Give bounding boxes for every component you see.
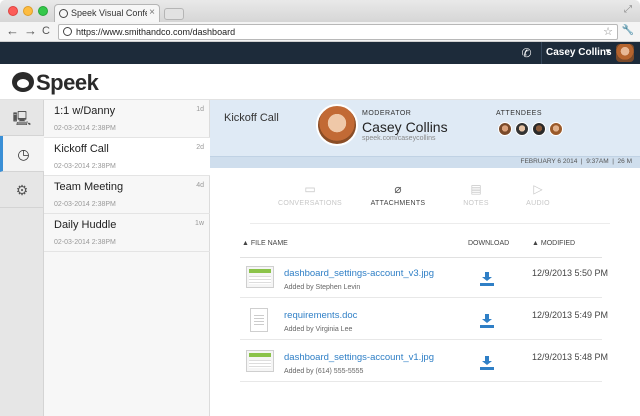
site-icon <box>63 27 72 36</box>
speek-logo-icon <box>12 72 34 92</box>
call-age: 2d <box>196 144 204 151</box>
sidebar-item-calls[interactable]: 🖳 <box>0 100 44 136</box>
play-icon: ▷ <box>533 182 543 196</box>
list-item[interactable]: Kickoff Call 2d 02-03-2014 2:38PM <box>44 138 210 176</box>
content-tabs: ▭ CONVERSATIONS ⌀ ATTACHMENTS ▤ NOTES ▷ … <box>270 182 580 212</box>
favicon-icon <box>59 9 68 18</box>
attendee-avatar[interactable] <box>515 122 529 136</box>
call-date: 02-03-2014 2:38PM <box>54 163 116 170</box>
new-tab-button[interactable] <box>164 8 184 20</box>
file-modified: 12/9/2013 5:50 PM <box>532 268 609 278</box>
call-title: 1:1 w/Danny <box>54 105 116 117</box>
moderator-avatar <box>316 104 358 146</box>
logo-bar: Speek <box>0 64 640 100</box>
tab-label: ATTACHMENTS <box>370 200 426 207</box>
zoom-window-button[interactable] <box>38 6 48 16</box>
attendee-avatar[interactable] <box>498 122 512 136</box>
browser-window: Speek Visual Conferenc × ⤢ ← → C https:/… <box>0 0 640 416</box>
attendees-label: ATTENDEES <box>496 110 542 117</box>
fullscreen-icon[interactable]: ⤢ <box>624 4 632 15</box>
list-item[interactable]: 1:1 w/Danny 1d 02-03-2014 2:38PM <box>44 100 210 138</box>
call-summary: Kickoff Call MODERATOR Casey Collins spe… <box>210 100 640 156</box>
document-icon[interactable] <box>250 308 268 332</box>
column-header-file-name[interactable]: ▲ FILE NAME <box>242 240 288 247</box>
file-modified: 12/9/2013 5:48 PM <box>532 352 609 362</box>
logo-text: Speek <box>36 70 99 95</box>
file-added-by: Added by Virginia Lee <box>284 326 353 333</box>
tab-audio[interactable]: ▷ AUDIO <box>498 182 578 212</box>
attendee-avatar[interactable] <box>532 122 546 136</box>
tab-label: AUDIO <box>526 200 550 207</box>
divider <box>250 223 610 224</box>
call-date: 02-03-2014 2:38PM <box>54 201 116 208</box>
list-item[interactable]: Daily Huddle 1w 02-03-2014 2:38PM <box>44 214 210 252</box>
gear-icon: ⚙ <box>15 182 29 198</box>
image-thumbnail-icon[interactable] <box>246 266 274 288</box>
table-row: dashboard_settings-account_v1.jpg Added … <box>240 342 608 382</box>
column-header-download: DOWNLOAD <box>468 240 510 247</box>
file-name-link[interactable]: dashboard_settings-account_v1.jpg <box>284 352 434 363</box>
download-icon-base[interactable] <box>480 367 494 370</box>
computer-icon: 🖳 <box>12 110 32 126</box>
wrench-icon[interactable]: 🔧 <box>622 25 634 36</box>
tab-close-icon[interactable]: × <box>149 7 155 18</box>
clock-icon: ◷ <box>17 146 30 162</box>
call-list: 1:1 w/Danny 1d 02-03-2014 2:38PM Kickoff… <box>44 100 210 416</box>
browser-titlebar: Speek Visual Conferenc × ⤢ <box>0 0 640 22</box>
url-text: https://www.smithandco.com/dashboard <box>76 27 236 37</box>
moderator-label: MODERATOR <box>362 110 412 117</box>
tab-conversations[interactable]: ▭ CONVERSATIONS <box>270 182 350 212</box>
browser-tab[interactable]: Speek Visual Conferenc × <box>54 4 160 22</box>
chat-icon: ▭ <box>304 182 316 196</box>
call-age: 1d <box>196 106 204 113</box>
call-title: Daily Huddle <box>54 219 117 231</box>
app-header: ✆ Casey Collins ▼ <box>0 42 640 64</box>
call-title: Kickoff Call <box>54 143 109 155</box>
moderator-link[interactable]: speek.com/caseycollins <box>362 135 436 142</box>
call-info: FEBRUARY 6 2014 | 9:37AM | 26 M <box>520 158 632 165</box>
back-icon[interactable]: ← <box>6 24 19 38</box>
paperclip-icon: ⌀ <box>394 182 402 196</box>
tab-label: CONVERSATIONS <box>277 200 343 207</box>
file-name-link[interactable]: dashboard_settings-account_v3.jpg <box>284 268 434 279</box>
icon-sidebar: 🖳 ◷ ⚙ <box>0 100 44 416</box>
user-menu[interactable]: Casey Collins <box>546 47 612 58</box>
minimize-window-button[interactable] <box>23 6 33 16</box>
chevron-down-icon[interactable]: ▼ <box>604 47 612 56</box>
download-icon-base[interactable] <box>480 283 494 286</box>
reload-icon[interactable]: C <box>42 24 50 38</box>
call-age: 1w <box>195 220 204 227</box>
phone-icon[interactable]: ✆ <box>512 42 542 64</box>
call-date: 02-03-2014 2:38PM <box>54 239 116 246</box>
sidebar-item-settings[interactable]: ⚙ <box>0 172 44 208</box>
image-thumbnail-icon[interactable] <box>246 350 274 372</box>
browser-toolbar: ← → C https://www.smithandco.com/dashboa… <box>0 22 640 42</box>
moderator-name: Casey Collins <box>362 119 448 135</box>
file-added-by: Added by Stephen Levin <box>284 284 361 291</box>
tab-attachments[interactable]: ⌀ ATTACHMENTS <box>358 182 438 212</box>
file-modified: 12/9/2013 5:49 PM <box>532 310 609 320</box>
browser-tab-title: Speek Visual Conferenc <box>71 8 147 18</box>
call-date: 02-03-2014 2:38PM <box>54 125 116 132</box>
sidebar-item-history[interactable]: ◷ <box>0 136 44 172</box>
call-age: 4d <box>196 182 204 189</box>
avatar[interactable] <box>616 44 634 62</box>
call-detail-panel: Kickoff Call MODERATOR Casey Collins spe… <box>210 100 640 416</box>
list-item[interactable]: Team Meeting 4d 02-03-2014 2:38PM <box>44 176 210 214</box>
forward-icon[interactable]: → <box>24 24 37 38</box>
file-name-link[interactable]: requirements.doc <box>284 310 357 321</box>
table-row: dashboard_settings-account_v3.jpg Added … <box>240 258 608 298</box>
bookmark-star-icon[interactable]: ☆ <box>603 25 613 38</box>
page-title: Kickoff Call <box>224 112 279 124</box>
file-added-by: Added by (614) 555-5555 <box>284 368 364 375</box>
download-icon-base[interactable] <box>480 325 494 328</box>
call-info-strip: FEBRUARY 6 2014 | 9:37AM | 26 M <box>210 156 640 168</box>
attendee-avatar[interactable] <box>549 122 563 136</box>
column-header-modified[interactable]: ▲ MODIFIED <box>532 240 575 247</box>
call-title: Team Meeting <box>54 181 124 193</box>
address-bar[interactable]: https://www.smithandco.com/dashboard ☆ <box>58 24 618 40</box>
close-window-button[interactable] <box>8 6 18 16</box>
table-row: requirements.doc Added by Virginia Lee 1… <box>240 300 608 340</box>
